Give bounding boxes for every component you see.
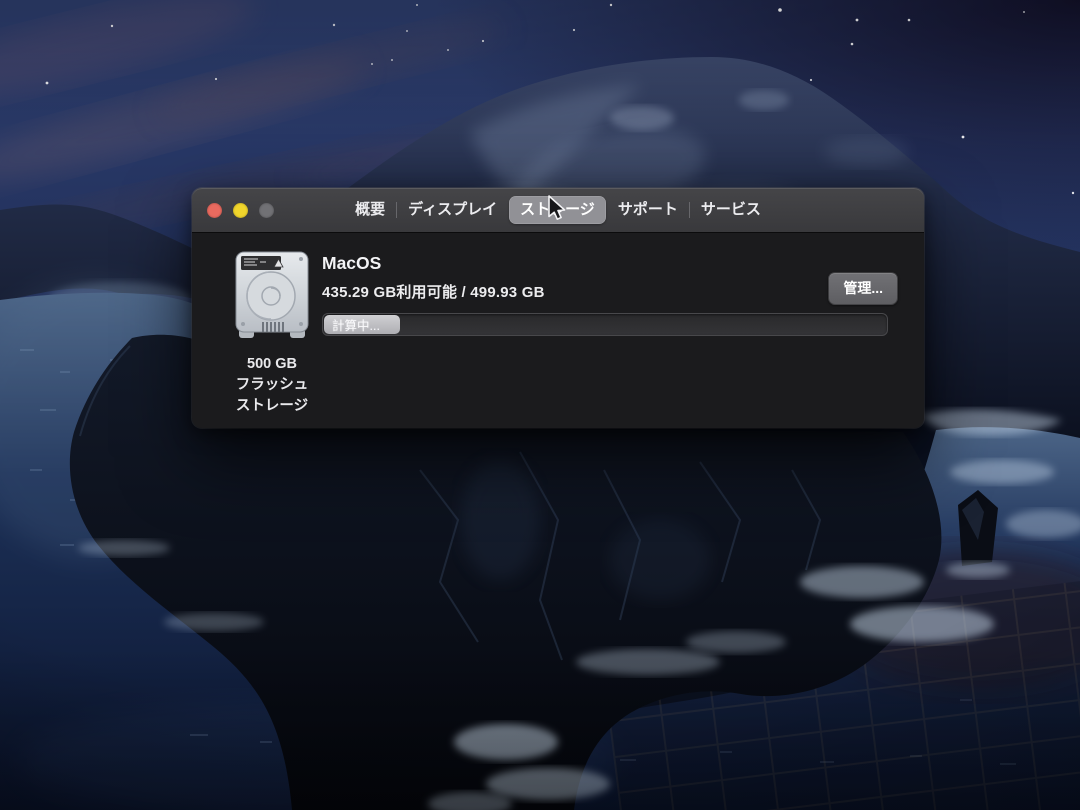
traffic-lights (207, 188, 274, 232)
progress-fill: 計算中... (324, 315, 400, 334)
zoom-button (259, 203, 274, 218)
tab-service[interactable]: サービス (690, 196, 772, 224)
manage-button[interactable]: 管理... (828, 272, 898, 305)
storage-usage-bar: 計算中... (322, 313, 888, 336)
available-space-text: 435.29 GB利用可能 / 499.93 GB (322, 281, 545, 302)
mouse-cursor-arrow (546, 195, 568, 221)
tab-overview[interactable]: 概要 (344, 196, 396, 224)
tab-displays[interactable]: ディスプレイ (397, 196, 508, 224)
tab-support[interactable]: サポート (607, 196, 689, 224)
about-mac-window: 概要 ディスプレイ ストレージ サポート サービス (192, 188, 924, 428)
minimize-button[interactable] (233, 203, 248, 218)
screen: 概要 ディスプレイ ストレージ サポート サービス (0, 0, 1080, 810)
volume-name: MacOS (322, 253, 381, 274)
disk-column: 500 GB フラッシュ ストレージ (212, 250, 332, 417)
hard-drive-icon (233, 250, 311, 340)
disk-capacity-label: 500 GB フラッシュ ストレージ (212, 354, 332, 417)
calculating-label: 計算中... (332, 315, 380, 334)
close-button[interactable] (207, 203, 222, 218)
